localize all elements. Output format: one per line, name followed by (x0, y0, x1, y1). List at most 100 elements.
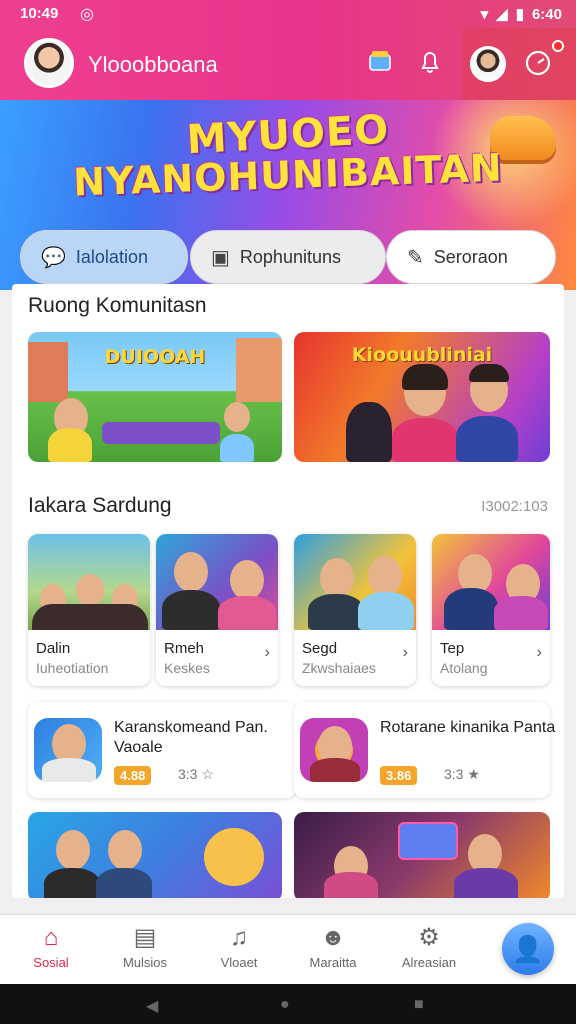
community-card-1[interactable]: DUIOOAH (28, 332, 282, 462)
chevron-right-icon: › (402, 644, 408, 661)
stories-title: Iakara Sardung (28, 494, 172, 517)
girl-hair (402, 364, 448, 390)
nav-label: Alreasian (401, 955, 457, 970)
promo-card-1[interactable] (28, 812, 282, 898)
person-figure (346, 402, 392, 462)
story-4-subtitle: Atolang (440, 660, 488, 676)
person-figure (218, 596, 276, 630)
profile-avatar[interactable] (470, 46, 506, 82)
user-avatar[interactable] (24, 38, 74, 88)
nav-item-sosial[interactable]: ⌂ Sosial (6, 923, 96, 970)
nav-label: Sosial (33, 955, 69, 970)
info-card-2[interactable]: Rotarane kinanika Panta 3.86 3:3 ★ (294, 702, 555, 798)
story-3-image (294, 534, 416, 630)
app-header: Ylooobboana (0, 28, 576, 100)
nav-label: Maraitta (309, 955, 357, 970)
system-nav-bar: ◀ ● ■ (0, 984, 576, 1024)
boy-figure (456, 416, 518, 462)
info-card-1-thumb (34, 718, 102, 782)
nav-label: Vloaet (220, 955, 258, 970)
notification-badge (552, 40, 564, 52)
tab-3-label: Seroraon (433, 246, 508, 267)
person-head (368, 556, 402, 596)
tab-1[interactable]: 💬 Ialolation (20, 230, 188, 284)
person-figure (454, 868, 518, 898)
kid-head (224, 402, 250, 432)
person-figure (42, 758, 96, 782)
battery-icon: ▮ (515, 6, 524, 23)
clipboard-icon: ▤ (133, 924, 157, 951)
person-figure (324, 872, 378, 898)
info-card-2-price: 3.86 (380, 766, 418, 785)
back-icon[interactable]: ◀ (146, 996, 158, 1016)
nav-item-vloaet[interactable]: ♫ Vloaet (194, 923, 284, 970)
info-card-1[interactable]: Karanskomeand Pan. Vaoale 4.88 3:3 ☆ (28, 702, 296, 798)
screen-icon (398, 822, 458, 860)
recents-icon[interactable]: ■ (414, 996, 424, 1014)
group-icon: ☻ (320, 924, 346, 951)
story-card-2[interactable]: Rmeh Keskes › (156, 534, 278, 686)
tab-2[interactable]: ▣ Rophunituns (190, 230, 386, 284)
person-figure (308, 594, 364, 630)
username: Ylooobboana (88, 52, 218, 77)
kid-figure (220, 434, 254, 462)
home-circle-icon[interactable]: ● (280, 996, 290, 1014)
info-card-2-meta: 3:3 ★ (444, 766, 480, 782)
promo-card-2[interactable] (294, 812, 550, 898)
timer-icon[interactable] (522, 46, 554, 78)
story-2-title: Rmeh (164, 640, 205, 657)
story-2-subtitle: Keskes (164, 660, 210, 676)
person-figure (494, 596, 548, 630)
bottom-nav: ⌂ Sosial ▤ Mulsios ♫ Vloaet ☻ Maraitta ⚙… (0, 914, 576, 984)
tab-3[interactable]: ✎ Seroraon (386, 230, 556, 284)
chevron-right-icon: › (264, 644, 270, 661)
status-time: 10:49 (20, 5, 59, 22)
person-head (174, 552, 208, 592)
person-head (76, 574, 104, 606)
person-head (56, 830, 90, 870)
bell-icon[interactable] (414, 46, 446, 78)
story-4-title: Tep (440, 640, 465, 657)
story-3-title: Segd (302, 640, 338, 657)
community-card-1-label: DUIOOAH (104, 346, 206, 368)
chevron-right-icon: › (536, 644, 542, 661)
nav-item-mulsios[interactable]: ▤ Mulsios (100, 923, 190, 970)
settings-icon: ⚙ (418, 924, 440, 951)
status-bar: 10:49 ◎ ▾ ◢ ▮ 6:40 (0, 0, 576, 28)
stories-side-text: I3002:103 (481, 498, 548, 515)
story-card-1[interactable]: Dalin Iuheotiation (28, 534, 150, 686)
gift-icon[interactable] (364, 46, 396, 78)
info-card-1-meta: 3:3 ☆ (178, 766, 214, 782)
story-card-4[interactable]: Tep Atolang › (432, 534, 550, 686)
person-figure (96, 868, 152, 898)
info-card-2-thumb (300, 718, 368, 782)
profile-fab-button[interactable]: 👤 (502, 923, 554, 975)
person-head (320, 558, 354, 598)
kid-figure (48, 428, 92, 462)
story-card-3[interactable]: Segd Zkwshaiaes › (294, 534, 416, 686)
person-figure (162, 590, 220, 630)
chat-bubble-icon: 💬 (41, 246, 66, 269)
pen-icon: ✎ (407, 246, 424, 269)
game-board (102, 422, 220, 444)
story-1-image (28, 534, 150, 630)
girl-figure (392, 418, 458, 462)
photo-frame-icon: ▣ (211, 246, 230, 269)
top-bar: 10:49 ◎ ▾ ◢ ▮ 6:40 Ylooobboana (0, 0, 576, 100)
community-card-2[interactable]: Kioouubliniai (294, 332, 550, 462)
people-group (32, 604, 148, 630)
boy-hair (469, 364, 509, 382)
status-app-icon: ◎ (80, 6, 94, 23)
info-card-1-title: Karanskomeand Pan. Vaoale (114, 719, 268, 756)
wifi-icon: ▾ (480, 6, 489, 23)
status-right: ▾ ◢ ▮ 6:40 (480, 5, 562, 24)
status-right-text: 6:40 (531, 5, 562, 23)
nav-item-alreasian[interactable]: ⚙ Alreasian (384, 923, 474, 970)
tab-1-label: Ialolation (75, 246, 148, 267)
story-2-image (156, 534, 278, 630)
person-head (230, 560, 264, 600)
nav-item-maraitta[interactable]: ☻ Maraitta (288, 923, 378, 970)
banner-title: MYUOEO NYANOHUNIBAITAN (0, 107, 576, 205)
person-figure (358, 592, 414, 630)
tab-2-label: Rophunituns (239, 246, 341, 267)
